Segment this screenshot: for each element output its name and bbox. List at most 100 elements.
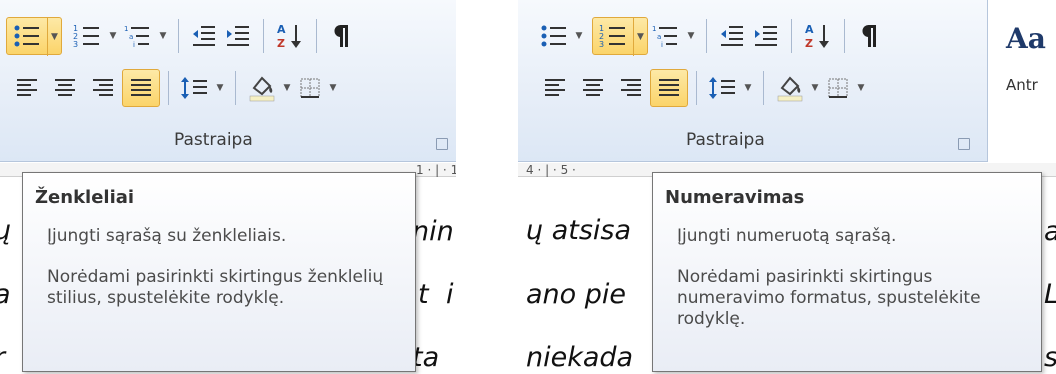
document-text: ų [0, 215, 11, 246]
increase-indent-icon [227, 26, 249, 46]
separator [706, 19, 707, 53]
center-icon [55, 79, 75, 96]
document-text: t [418, 279, 429, 310]
svg-text:A: A [805, 23, 814, 36]
shading-button[interactable] [244, 69, 280, 107]
align-right-icon [93, 79, 113, 96]
tooltip-description: Įjungti numeruotą sąrašą. [677, 226, 897, 246]
separator [263, 19, 264, 53]
bullets-tooltip: Ženkleliai Įjungti sąrašą su ženkleliais… [22, 172, 416, 372]
numbering-icon: 1 2 3 [599, 24, 625, 49]
separator [791, 19, 792, 53]
bullets-button[interactable] [536, 17, 572, 55]
styles-gallery[interactable]: Aa Antr [994, 6, 1056, 156]
show-marks-button[interactable] [853, 17, 885, 55]
svg-text:a: a [129, 33, 133, 41]
line-spacing-dropdown-caret[interactable]: ▼ [741, 69, 755, 107]
ribbon-row-alignment: ▼ ▼ ▼ [8, 66, 340, 110]
line-spacing-button[interactable] [177, 69, 213, 107]
numbering-dropdown-caret[interactable]: ▼ [106, 17, 120, 55]
justify-button[interactable] [122, 69, 160, 107]
document-text: r [0, 342, 5, 373]
align-left-button[interactable] [8, 69, 46, 107]
svg-text:1: 1 [652, 25, 656, 33]
multilevel-list-button[interactable]: 1 a i [648, 17, 684, 55]
bullets-button[interactable]: ▼ [6, 17, 62, 56]
numbering-tooltip: Numeravimas Įjungti numeruotą sąrašą. No… [652, 172, 1042, 372]
increase-indent-button[interactable] [749, 17, 783, 55]
ruler-marks: 4 · | · 5 · [526, 163, 576, 177]
multilevel-dropdown-caret[interactable]: ▼ [684, 17, 698, 55]
separator [696, 71, 697, 105]
document-text: niekada [526, 342, 634, 373]
decrease-indent-button[interactable] [715, 17, 749, 55]
svg-text:i: i [661, 41, 663, 49]
tooltip-title: Ženkleliai [35, 187, 135, 208]
bullets-dropdown-caret[interactable]: ▼ [572, 17, 586, 55]
svg-text:Z: Z [805, 37, 813, 50]
numbering-button[interactable]: 1 2 3 [68, 17, 106, 55]
borders-dropdown-caret[interactable]: ▼ [854, 69, 868, 107]
svg-text:3: 3 [599, 40, 604, 49]
bullets-dropdown-caret[interactable]: ▼ [47, 18, 61, 56]
document-text: L [1044, 279, 1056, 310]
document-text: nin [412, 216, 454, 247]
tooltip-description: Įjungti sąrašą su ženkleliais. [47, 226, 287, 246]
bullets-icon [541, 25, 566, 47]
ribbon-row-lists: ▼ 1 2 3 ▼ 1 a i ▼ A Z [6, 14, 357, 58]
align-left-icon [17, 79, 37, 96]
numbering-dropdown-caret[interactable]: ▼ [633, 18, 647, 56]
line-spacing-button[interactable] [705, 69, 741, 107]
tooltip-body: Įjungti numeruotą sąrašą. Norėdami pasir… [665, 226, 1029, 330]
align-left-icon [545, 79, 565, 96]
borders-icon [828, 78, 848, 98]
align-right-button[interactable] [612, 69, 650, 107]
show-marks-button[interactable] [325, 17, 357, 55]
tooltip-hint: Norėdami pasirinkti skirtingus numeravim… [677, 267, 981, 329]
separator [316, 19, 317, 53]
borders-dropdown-caret[interactable]: ▼ [326, 69, 340, 107]
decrease-indent-button[interactable] [187, 17, 221, 55]
shading-dropdown-caret[interactable]: ▼ [280, 69, 294, 107]
style-sample: Aa [1006, 22, 1046, 55]
increase-indent-icon [755, 26, 777, 46]
justify-icon [659, 79, 679, 96]
multilevel-list-icon: 1 a i [124, 25, 149, 49]
sort-button[interactable]: A Z [800, 17, 836, 55]
borders-button[interactable] [294, 69, 326, 107]
center-button[interactable] [46, 69, 84, 107]
align-right-button[interactable] [84, 69, 122, 107]
justify-icon [131, 79, 151, 96]
svg-text:1: 1 [124, 25, 128, 33]
group-label: Pastraipa [174, 130, 253, 150]
dialog-launcher-icon[interactable] [958, 138, 970, 150]
dialog-launcher-icon[interactable] [436, 138, 448, 150]
justify-button[interactable] [650, 69, 688, 107]
tooltip-body: Įjungti sąrašą su ženkleliais. Norėdami … [35, 226, 403, 309]
borders-icon [300, 78, 320, 98]
document-text: ų atsisa [526, 215, 632, 246]
line-spacing-icon [709, 77, 735, 99]
increase-indent-button[interactable] [221, 17, 255, 55]
borders-button[interactable] [822, 69, 854, 107]
shading-button[interactable] [772, 69, 808, 107]
svg-text:i: i [133, 41, 135, 49]
decrease-indent-icon [193, 26, 215, 46]
multilevel-dropdown-caret[interactable]: ▼ [156, 17, 170, 55]
document-text: i [446, 279, 454, 310]
svg-text:3: 3 [73, 40, 78, 49]
show-marks-icon [334, 24, 348, 47]
right-panel: ▼ 1 2 3 ▼ 1 a i ▼ A Z ▼ ▼ ▼ Pastraipa Aa… [518, 0, 1056, 374]
shading-dropdown-caret[interactable]: ▼ [808, 69, 822, 107]
multilevel-list-button[interactable]: 1 a i [120, 17, 156, 55]
separator [178, 19, 179, 53]
document-text: ano pie [526, 279, 627, 310]
document-text: a [0, 279, 11, 310]
align-left-button[interactable] [536, 69, 574, 107]
group-label: Pastraipa [686, 130, 765, 150]
numbering-button[interactable]: 1 2 3 ▼ [592, 17, 648, 56]
sort-button[interactable]: A Z [272, 17, 308, 55]
line-spacing-dropdown-caret[interactable]: ▼ [213, 69, 227, 107]
center-button[interactable] [574, 69, 612, 107]
sort-icon: A Z [277, 23, 301, 50]
